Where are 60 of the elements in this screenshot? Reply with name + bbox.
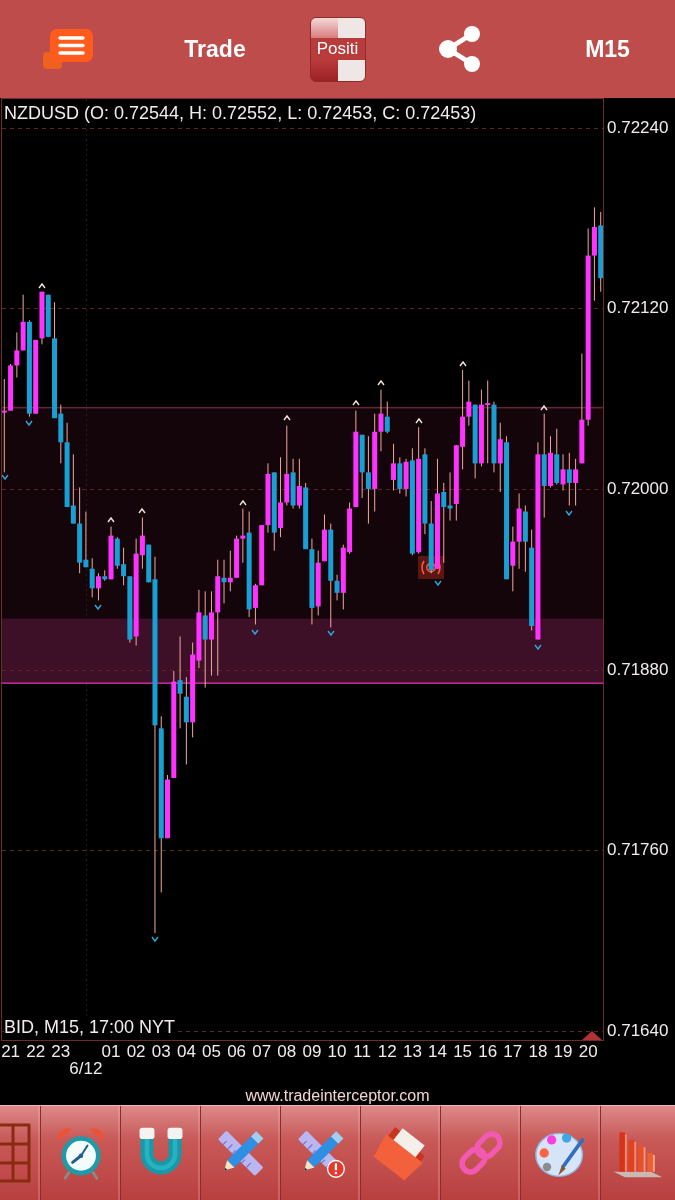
date-axis-label: 6/12 [69, 1060, 103, 1077]
price-axis-label: 0.71880 [606, 659, 669, 680]
chevron-up-icon [138, 507, 146, 514]
chevron-up-icon [459, 360, 467, 367]
time-axis-label: 16 [478, 1043, 498, 1060]
symbol-quote-text: NZDUSD (O: 0.72544, H: 0.72552, L: 0.72453, C: 0.72453) [4, 103, 477, 123]
time-axis-label: 10 [327, 1043, 347, 1060]
time-axis-label: 22 [26, 1043, 46, 1060]
time-axis-label: 13 [402, 1043, 422, 1060]
chart-info-text: BID, M15, 17:00 NYT [4, 1017, 176, 1037]
time-axis-label: 08 [277, 1043, 297, 1060]
time-axis-label: 21 [1, 1043, 21, 1060]
time-axis-label: 15 [453, 1043, 473, 1060]
chevron-up-icon [283, 414, 291, 421]
share-icon[interactable] [439, 26, 481, 72]
time-axis-label: 04 [176, 1043, 196, 1060]
chevron-down-icon [151, 936, 159, 943]
chevron-down-icon [327, 630, 335, 637]
time-axis-label: 12 [377, 1043, 397, 1060]
time-axis-label: 09 [302, 1043, 322, 1060]
timeframe-button[interactable]: M15 [585, 35, 630, 63]
chevron-up-icon [377, 379, 385, 386]
time-axis-label: 11 [353, 1043, 371, 1060]
chevron-up-icon [352, 399, 360, 406]
time-axis-label: 17 [503, 1043, 523, 1060]
chevron-down-icon [251, 629, 259, 636]
time-axis-label: 20 [578, 1043, 598, 1060]
chevron-up-icon [540, 404, 548, 411]
menu-icon[interactable] [42, 29, 93, 69]
chevron-up-icon [415, 417, 423, 424]
price-axis-label: 0.72240 [606, 117, 669, 138]
price-axis-label: 0.71640 [606, 1021, 669, 1041]
chevron-up-icon [38, 282, 46, 289]
time-axis-label: 05 [202, 1043, 221, 1060]
time-axis-label: 19 [553, 1043, 573, 1060]
chevron-down-icon [565, 510, 573, 517]
grid-icon[interactable] [0, 1123, 31, 1183]
chevron-down-icon [25, 420, 33, 427]
time-axis-label: 03 [151, 1043, 171, 1060]
time-axis-label: 06 [227, 1043, 247, 1060]
chevron-up-icon [107, 516, 115, 523]
chevron-down-icon [94, 604, 102, 611]
time-axis-label: 01 [101, 1043, 121, 1060]
trade-button[interactable]: Trade [184, 35, 246, 63]
time-axis-label: 07 [252, 1043, 272, 1060]
price-axis-label: 0.71760 [606, 840, 669, 861]
alert-badge-icon [326, 1159, 345, 1178]
chevron-down-icon [2, 474, 9, 481]
chevron-down-icon [434, 580, 442, 587]
website-text: www.tradeinterceptor.com [245, 1086, 430, 1105]
time-axis-label: 23 [51, 1043, 71, 1060]
time-axis-label: 18 [528, 1043, 548, 1060]
price-axis-label: 0.72120 [606, 298, 669, 319]
price-axis-label: 0.72000 [606, 479, 669, 499]
chevron-up-icon [239, 499, 247, 506]
triangle-marker-icon [582, 1031, 602, 1040]
toggle-button[interactable]: Positi [309, 16, 366, 82]
time-axis-label: 02 [126, 1043, 146, 1060]
chevron-down-icon [534, 644, 542, 651]
time-axis-label: 14 [428, 1043, 447, 1060]
